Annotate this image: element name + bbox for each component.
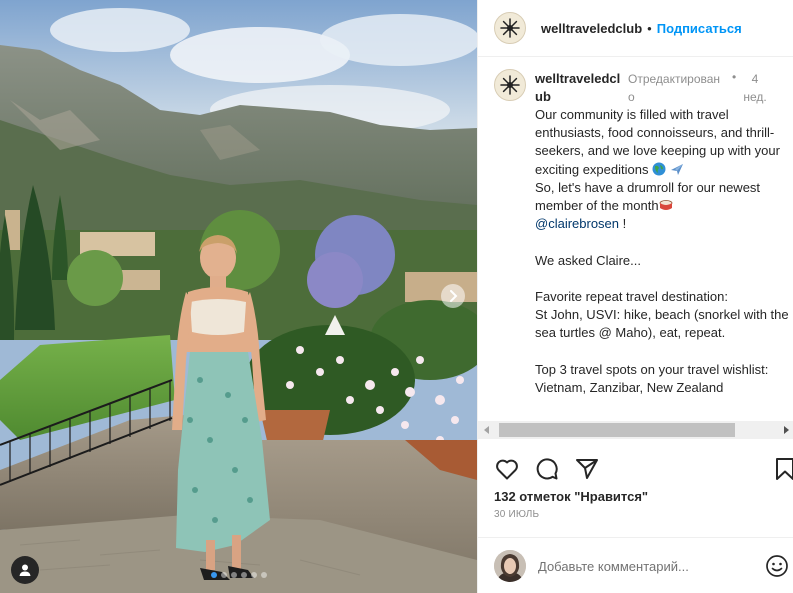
carousel-next-button[interactable] [441, 284, 465, 308]
globe-emoji-icon [652, 162, 666, 176]
caption-blank-line [535, 270, 790, 288]
drum-emoji-icon [659, 200, 672, 211]
caption-paragraph: Top 3 travel spots on your travel wishli… [535, 361, 769, 377]
post-header: welltraveledclub • Подписаться [478, 0, 793, 57]
post-dialog: welltraveledclub • Подписаться welltrave… [0, 0, 793, 593]
tagged-users-button[interactable] [11, 556, 39, 584]
sunburst-logo-icon [500, 18, 520, 38]
caption-paragraph: Vietnam, Zanzibar, New Zealand [535, 380, 724, 395]
caption-paragraph: We asked Claire... [535, 252, 641, 268]
caption-username[interactable]: welltraveledclub [535, 70, 625, 106]
header-separator: • [647, 20, 652, 36]
post-date: 30 ИЮЛЬ [494, 509, 540, 520]
post-actions [478, 452, 793, 486]
user-icon [19, 564, 31, 576]
post-photo[interactable] [0, 0, 477, 593]
photo-illustration [0, 0, 477, 593]
caption-separator: • [732, 70, 737, 84]
carousel-dot [260, 572, 267, 578]
smiley-icon [766, 555, 788, 577]
follow-button[interactable]: Подписаться [657, 21, 742, 36]
carousel-indicator [0, 572, 477, 578]
airplane-emoji-icon [670, 163, 683, 175]
bookmark-icon [776, 458, 793, 480]
account-avatar[interactable] [494, 12, 526, 44]
caption-paragraph: @clairebrosen ! [535, 215, 790, 233]
caption-paragraph: St John, USVI: hike, beach (snorkel with… [535, 307, 789, 341]
carousel-dot [210, 572, 217, 578]
save-button[interactable] [772, 456, 793, 482]
current-user-avatar [494, 550, 526, 582]
scrollbar-thumb[interactable] [499, 423, 735, 437]
mention-link[interactable]: @clairebrosen [535, 216, 619, 231]
edited-label: Отредактировано [628, 72, 721, 104]
comment-bar [478, 537, 793, 593]
carousel-dot [230, 572, 237, 578]
caption-paragraph: Favorite repeat travel destination: [535, 289, 728, 304]
triangle-left-icon [483, 426, 489, 434]
sunburst-logo-icon [500, 75, 520, 95]
caption-blank-line [535, 233, 790, 251]
post-time[interactable]: 4 нед. [740, 70, 770, 106]
triangle-right-icon [783, 426, 789, 434]
caption-text: Our community is filled with travel enth… [535, 106, 790, 397]
paper-plane-icon [576, 459, 598, 479]
scroll-right-button[interactable] [777, 421, 793, 439]
horizontal-scrollbar[interactable] [478, 421, 793, 439]
post-side-panel: welltraveledclub • Подписаться welltrave… [477, 0, 793, 593]
caption-paragraph: So, let's have a drumroll for our newest… [535, 179, 790, 215]
comment-icon [536, 458, 558, 480]
share-button[interactable] [574, 456, 600, 482]
likes-count[interactable]: 132 отметок "Нравится" [494, 489, 648, 504]
caption-avatar[interactable] [494, 69, 526, 101]
caption-paragraph: Our community is filled with travel enth… [535, 106, 790, 179]
carousel-dot [220, 572, 227, 578]
caption-scroll-area[interactable]: welltraveledclub Отредактировано • 4 нед… [478, 57, 793, 420]
caption-blank-line [535, 343, 790, 361]
user-photo [494, 550, 526, 582]
heart-icon [496, 459, 518, 480]
emoji-button[interactable] [765, 554, 789, 578]
like-button[interactable] [494, 456, 520, 482]
comment-button[interactable] [534, 456, 560, 482]
carousel-dot [250, 572, 257, 578]
comment-input[interactable] [538, 556, 752, 576]
caption-line: So, let's have a drumroll for our newest… [535, 179, 761, 214]
caption-line: ! [619, 216, 627, 232]
account-username[interactable]: welltraveledclub [541, 21, 642, 36]
carousel-dot [240, 572, 247, 578]
scroll-left-button[interactable] [478, 421, 495, 439]
chevron-right-icon [450, 290, 458, 302]
